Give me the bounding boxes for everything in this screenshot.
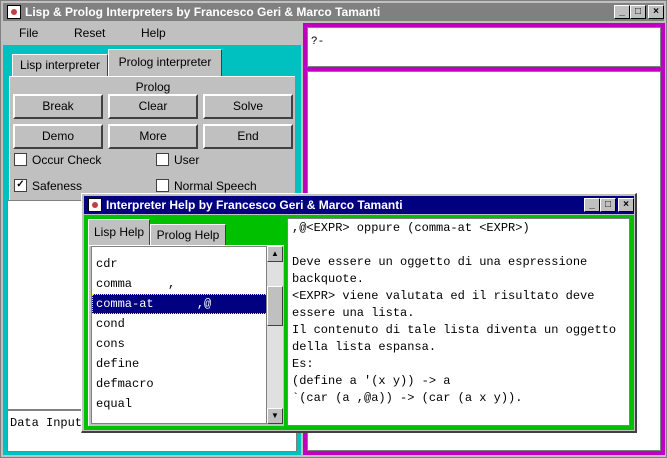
- end-button[interactable]: End: [203, 124, 293, 149]
- list-item-cons[interactable]: cons: [96, 334, 125, 354]
- help-window-title: Interpreter Help by Francesco Geri & Mar…: [106, 198, 403, 212]
- lisp-help-tab-content: car cdr comma , comma-at ,@ cond cons de…: [88, 245, 284, 426]
- help-line: `(car (a ,@a)) -> (car (a x y)).: [292, 391, 523, 405]
- help-text-area[interactable]: ,@<EXPR> oppure (comma-at <EXPR>) Deve e…: [287, 218, 630, 426]
- main-window-title: Lisp & Prolog Interpreters by Francesco …: [25, 5, 381, 19]
- tab-prolog-help[interactable]: Prolog Help: [150, 224, 226, 245]
- checkbox-box[interactable]: [156, 153, 169, 167]
- safeness-checkbox[interactable]: ✓ Safeness: [14, 179, 82, 193]
- checkbox-label: Safeness: [32, 179, 83, 193]
- break-button[interactable]: Break: [13, 94, 103, 119]
- list-item-define[interactable]: define: [96, 354, 139, 374]
- list-item-cond[interactable]: cond: [96, 314, 125, 334]
- help-line: Il contenuto di tale lista diventa un og…: [292, 323, 617, 337]
- normal-speech-checkbox[interactable]: Normal Speech: [156, 179, 257, 193]
- list-item-equal[interactable]: equal: [96, 394, 132, 414]
- list-item-comma-at-selected[interactable]: comma-at ,@: [92, 294, 266, 314]
- list-item-cdr[interactable]: cdr: [96, 254, 118, 274]
- help-line: essere una lista.: [292, 306, 415, 320]
- prompt-field[interactable]: ?-: [307, 27, 661, 67]
- menu-help[interactable]: Help: [141, 26, 166, 40]
- checkmark-icon[interactable]: ✓: [14, 179, 27, 193]
- checkbox-label: User: [174, 153, 200, 167]
- help-line: ,@<EXPR> oppure (comma-at <EXPR>): [292, 221, 530, 235]
- close-button[interactable]: ×: [648, 5, 664, 19]
- clear-button[interactable]: Clear: [108, 94, 198, 119]
- help-title-bar[interactable]: Interpreter Help by Francesco Geri & Mar…: [84, 196, 634, 214]
- help-line: backquote.: [292, 272, 365, 286]
- main-title-bar[interactable]: Lisp & Prolog Interpreters by Francesco …: [3, 3, 664, 21]
- menu-bar: File Reset Help: [3, 23, 299, 43]
- menu-file[interactable]: File: [19, 26, 38, 40]
- list-item-comma[interactable]: comma ,: [96, 274, 175, 294]
- help-content-panel: Lisp Help Prolog Help car cdr comma , co…: [84, 215, 634, 430]
- demo-button[interactable]: Demo: [13, 124, 103, 149]
- help-line: della lista espansa.: [292, 340, 437, 354]
- prompt-text: ?-: [311, 36, 325, 48]
- list-item-defmacro[interactable]: defmacro: [96, 374, 154, 394]
- list-scrollbar[interactable]: ▲ ▼: [267, 246, 283, 424]
- prolog-group-label: Prolog: [135, 80, 171, 94]
- help-close-button[interactable]: ×: [618, 198, 634, 212]
- more-button[interactable]: More: [108, 124, 198, 149]
- help-maximize-button[interactable]: □: [600, 198, 616, 212]
- help-line: Deve essere un oggetto di una espression…: [292, 255, 588, 269]
- scroll-down-arrow-icon[interactable]: ▼: [267, 408, 283, 424]
- list-item-car[interactable]: car: [96, 247, 118, 254]
- tab-prolog-interpreter[interactable]: Prolog interpreter: [108, 49, 222, 77]
- help-minimize-button[interactable]: _: [584, 198, 600, 212]
- help-line: (define a '(x y)) -> a: [292, 374, 451, 388]
- checkbox-label: Occur Check: [32, 153, 102, 167]
- keyword-list[interactable]: car cdr comma , comma-at ,@ cond cons de…: [91, 246, 267, 424]
- solve-button[interactable]: Solve: [203, 94, 293, 119]
- checkbox-label: Normal Speech: [174, 179, 257, 193]
- help-line: <EXPR> viene valutata ed il risultato de…: [292, 289, 595, 303]
- checkbox-box[interactable]: [14, 153, 27, 167]
- tab-lisp-interpreter[interactable]: Lisp interpreter: [12, 54, 108, 76]
- help-line: Es:: [292, 357, 314, 371]
- menu-reset[interactable]: Reset: [74, 26, 105, 40]
- data-input-label: Data Input: [10, 416, 83, 430]
- occur-check-checkbox[interactable]: Occur Check: [14, 153, 101, 167]
- scroll-up-arrow-icon[interactable]: ▲: [267, 246, 283, 262]
- help-window: Interpreter Help by Francesco Geri & Mar…: [81, 193, 637, 433]
- user-checkbox[interactable]: User: [156, 153, 199, 167]
- maximize-button[interactable]: □: [630, 5, 646, 19]
- scroll-thumb[interactable]: [267, 286, 283, 326]
- java-app-icon: [7, 5, 21, 19]
- java-app-icon: [88, 198, 102, 212]
- minimize-button[interactable]: _: [614, 5, 630, 19]
- checkbox-box[interactable]: [156, 179, 169, 193]
- tab-lisp-help[interactable]: Lisp Help: [88, 219, 150, 245]
